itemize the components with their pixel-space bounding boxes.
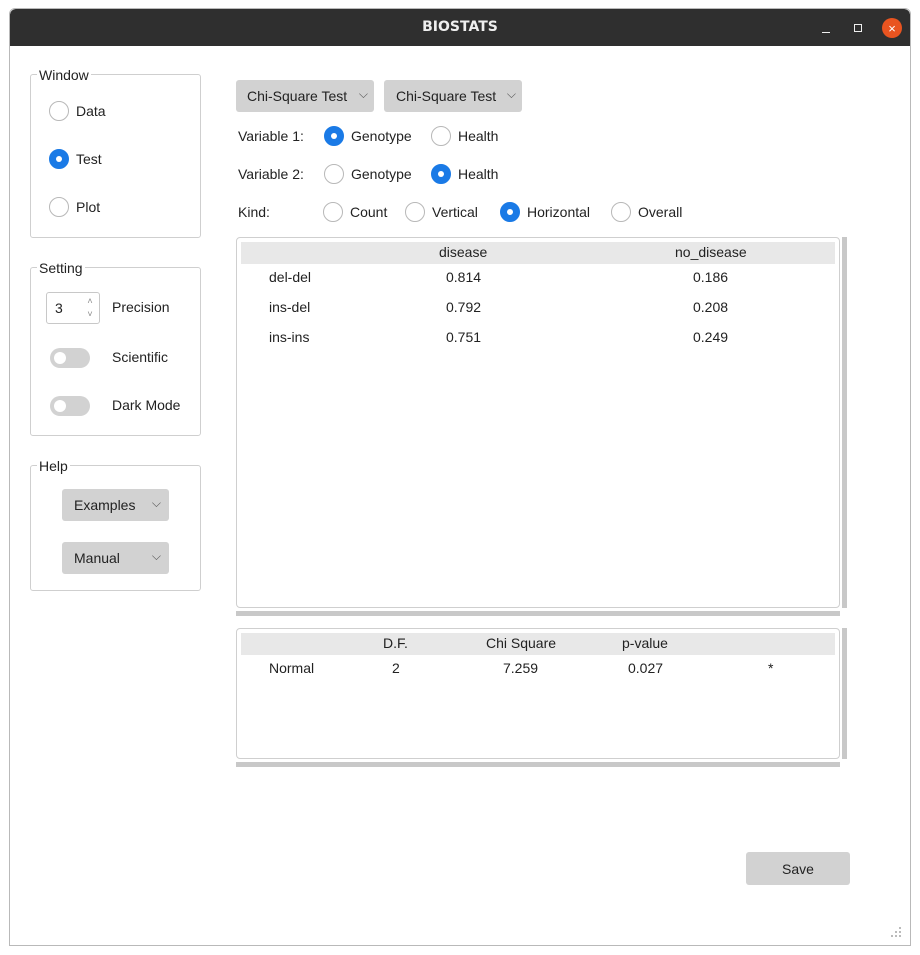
variable1-genotype-label: Genotype bbox=[351, 128, 412, 144]
kind-vertical-radio[interactable] bbox=[405, 202, 425, 222]
row-label: ins-ins bbox=[269, 329, 310, 345]
kind-label: Kind: bbox=[238, 204, 270, 220]
variable1-option-genotype[interactable]: Genotype bbox=[324, 126, 412, 146]
manual-dropdown[interactable]: Manual ⌵ bbox=[62, 542, 169, 574]
result-vertical-scrollbar[interactable] bbox=[842, 628, 847, 759]
maximize-button[interactable] bbox=[848, 18, 868, 38]
variable1-genotype-radio[interactable] bbox=[324, 126, 344, 146]
close-icon: × bbox=[888, 20, 896, 36]
variable1-option-health[interactable]: Health bbox=[431, 126, 498, 146]
maximize-icon bbox=[854, 24, 862, 32]
table-cell: 2 bbox=[392, 660, 400, 676]
result-horizontal-scrollbar[interactable] bbox=[236, 762, 840, 767]
significance-marker: * bbox=[768, 660, 774, 676]
test-type-label: Chi-Square Test bbox=[247, 88, 348, 104]
row-label: del-del bbox=[269, 269, 312, 285]
kind-option-count[interactable]: Count bbox=[323, 202, 387, 222]
save-button[interactable]: Save bbox=[746, 852, 850, 885]
variable2-health-label: Health bbox=[458, 166, 499, 182]
proportion-table[interactable] bbox=[236, 237, 840, 608]
table-cell: 0.027 bbox=[628, 660, 664, 676]
variable1-health-label: Health bbox=[458, 128, 499, 144]
variable2-genotype-radio[interactable] bbox=[324, 164, 344, 184]
variable2-option-genotype[interactable]: Genotype bbox=[324, 164, 412, 184]
chevron-up-icon[interactable]: ˄ bbox=[83, 295, 97, 307]
test-subtype-dropdown[interactable]: Chi-Square Test ⌵ bbox=[384, 80, 522, 112]
column-header[interactable]: p-value bbox=[622, 635, 668, 651]
dark-mode-toggle[interactable] bbox=[50, 396, 90, 416]
table-cell: 0.186 bbox=[693, 269, 729, 285]
chevron-down-icon: ⌵ bbox=[151, 549, 161, 563]
window-test-radio[interactable] bbox=[49, 149, 69, 169]
kind-horizontal-radio[interactable] bbox=[500, 202, 520, 222]
column-header[interactable]: Chi Square bbox=[486, 635, 556, 651]
scientific-toggle[interactable] bbox=[50, 348, 90, 368]
precision-label: Precision bbox=[112, 299, 170, 315]
window-title: BIOSTATS bbox=[422, 19, 498, 35]
proportion-vertical-scrollbar[interactable] bbox=[842, 237, 847, 608]
window-option-test[interactable]: Test bbox=[49, 149, 102, 169]
minimize-icon bbox=[822, 31, 830, 33]
precision-value[interactable]: 3 bbox=[55, 300, 63, 316]
variable1-health-radio[interactable] bbox=[431, 126, 451, 146]
precision-spinbox[interactable]: 3 ˄ ˅ bbox=[46, 292, 100, 324]
proportion-horizontal-scrollbar[interactable] bbox=[236, 611, 840, 616]
kind-count-label: Count bbox=[350, 204, 388, 220]
table-cell: 0.249 bbox=[693, 329, 729, 345]
column-header[interactable]: disease bbox=[439, 244, 487, 260]
chevron-down-icon: ⌵ bbox=[358, 87, 368, 101]
window-plot-label: Plot bbox=[76, 199, 101, 215]
table-cell: 7.259 bbox=[503, 660, 539, 676]
kind-option-vertical[interactable]: Vertical bbox=[405, 202, 478, 222]
variable2-option-health[interactable]: Health bbox=[431, 164, 498, 184]
table-cell: 0.751 bbox=[446, 329, 482, 345]
kind-horizontal-label: Horizontal bbox=[527, 204, 591, 220]
title-bar: BIOSTATS × bbox=[10, 9, 910, 46]
variable2-health-radio[interactable] bbox=[431, 164, 451, 184]
dark-mode-label: Dark Mode bbox=[112, 397, 181, 413]
table-cell: 0.208 bbox=[693, 299, 729, 315]
window-group-label: Window bbox=[37, 67, 91, 83]
help-group-label: Help bbox=[37, 458, 70, 474]
variable2-genotype-label: Genotype bbox=[351, 166, 412, 182]
examples-label: Examples bbox=[74, 497, 136, 513]
chevron-down-icon[interactable]: ˅ bbox=[83, 308, 97, 320]
chevron-down-icon: ⌵ bbox=[506, 87, 516, 101]
row-label: Normal bbox=[269, 660, 315, 676]
test-subtype-label: Chi-Square Test bbox=[396, 88, 497, 104]
variable1-label: Variable 1: bbox=[238, 128, 304, 144]
kind-overall-radio[interactable] bbox=[611, 202, 631, 222]
window-option-plot[interactable]: Plot bbox=[49, 197, 100, 217]
variable2-label: Variable 2: bbox=[238, 166, 304, 182]
kind-option-horizontal[interactable]: Horizontal bbox=[500, 202, 590, 222]
kind-option-overall[interactable]: Overall bbox=[611, 202, 682, 222]
table-cell: 0.814 bbox=[446, 269, 482, 285]
window-data-label: Data bbox=[76, 103, 106, 119]
examples-dropdown[interactable]: Examples ⌵ bbox=[62, 489, 169, 521]
test-type-dropdown[interactable]: Chi-Square Test ⌵ bbox=[236, 80, 374, 112]
kind-vertical-label: Vertical bbox=[432, 204, 478, 220]
resize-grip-icon[interactable] bbox=[889, 925, 903, 939]
column-header[interactable]: no_disease bbox=[675, 244, 747, 260]
close-button[interactable]: × bbox=[882, 18, 902, 38]
save-label: Save bbox=[782, 860, 814, 877]
manual-label: Manual bbox=[74, 550, 120, 566]
setting-group-label: Setting bbox=[37, 260, 85, 276]
column-header[interactable]: D.F. bbox=[383, 635, 408, 651]
kind-count-radio[interactable] bbox=[323, 202, 343, 222]
table-cell: 0.792 bbox=[446, 299, 482, 315]
scientific-label: Scientific bbox=[112, 349, 169, 365]
window-data-radio[interactable] bbox=[49, 101, 69, 121]
kind-overall-label: Overall bbox=[638, 204, 683, 220]
window-plot-radio[interactable] bbox=[49, 197, 69, 217]
row-label: ins-del bbox=[269, 299, 311, 315]
chevron-down-icon: ⌵ bbox=[151, 496, 161, 510]
minimize-button[interactable] bbox=[816, 18, 836, 38]
window-test-label: Test bbox=[76, 151, 102, 167]
window-option-data[interactable]: Data bbox=[49, 101, 106, 121]
